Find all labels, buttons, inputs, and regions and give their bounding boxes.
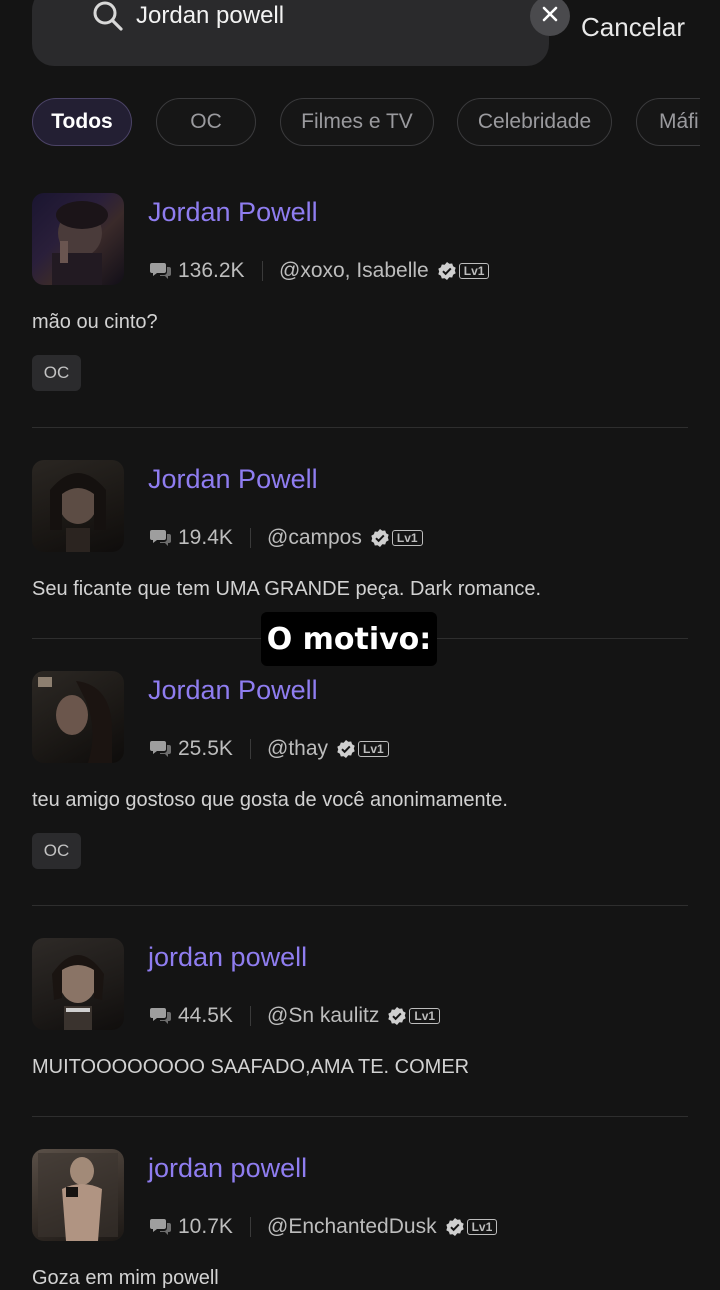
filter-chip-todos[interactable]: Todos xyxy=(32,98,132,146)
character-name[interactable]: jordan powell xyxy=(148,1153,307,1184)
tag-badge[interactable]: OC xyxy=(32,833,81,869)
result-item[interactable]: Jordan Powell 136.2K @xoxo, Isabelle Lv1… xyxy=(32,193,688,393)
author-name: @campos xyxy=(267,526,362,549)
description: Goza em mim powell xyxy=(32,1267,219,1289)
chat-icon xyxy=(150,261,172,281)
author-name: @Sn kaulitz xyxy=(267,1004,380,1027)
level-badge: Lv1 xyxy=(409,1008,441,1024)
chat-count: 44.5K xyxy=(178,1004,233,1027)
avatar xyxy=(32,671,124,763)
chat-count: 136.2K xyxy=(178,259,245,282)
avatar xyxy=(32,938,124,1030)
overlay-caption: O motivo: xyxy=(261,612,437,666)
filter-chip-mafia[interactable]: Máfi xyxy=(636,98,700,146)
filter-chips: Todos OC Filmes e TV Celebridade Máfi xyxy=(32,98,700,150)
level-badge: Lv1 xyxy=(458,263,490,279)
chat-icon xyxy=(150,1006,172,1026)
author[interactable]: @thay Lv1 xyxy=(267,737,389,761)
chat-icon xyxy=(150,528,172,548)
author[interactable]: @campos Lv1 xyxy=(267,526,423,550)
author-name: @EnchantedDusk xyxy=(267,1215,437,1238)
divider xyxy=(262,261,263,281)
chat-count: 19.4K xyxy=(178,526,233,549)
level-badge: Lv1 xyxy=(358,741,389,757)
chat-icon xyxy=(150,739,172,759)
description: MUITOOOOOOOO SAAFADO,AMA TE. COMER xyxy=(32,1056,470,1078)
avatar xyxy=(32,460,124,552)
divider xyxy=(32,1116,688,1117)
filter-chip-celebridade[interactable]: Celebridade xyxy=(457,98,612,146)
description: mão ou cinto? xyxy=(32,311,158,333)
character-name[interactable]: Jordan Powell xyxy=(148,464,318,495)
character-name[interactable]: jordan powell xyxy=(148,942,307,973)
character-name[interactable]: Jordan Powell xyxy=(148,675,318,706)
filter-chip-oc[interactable]: OC xyxy=(156,98,256,146)
search-bar xyxy=(32,0,570,66)
cancel-button[interactable]: Cancelar xyxy=(581,12,685,43)
verified-icon xyxy=(387,1006,407,1026)
character-name[interactable]: Jordan Powell xyxy=(148,197,318,228)
author[interactable]: @xoxo, Isabelle Lv1 xyxy=(279,259,490,283)
search-icon xyxy=(92,0,124,32)
divider xyxy=(32,905,688,906)
divider xyxy=(250,739,251,759)
result-item[interactable]: Jordan Powell 25.5K @thay Lv1 teu amigo … xyxy=(32,671,688,871)
result-item[interactable]: jordan powell 10.7K @EnchantedDusk Lv1 G… xyxy=(32,1149,688,1289)
result-item[interactable]: Jordan Powell 19.4K @campos Lv1 Seu fica… xyxy=(32,460,688,610)
level-badge: Lv1 xyxy=(466,1219,498,1235)
description: teu amigo gostoso que gosta de você anon… xyxy=(32,789,508,811)
verified-icon xyxy=(437,261,457,281)
chat-count: 25.5K xyxy=(178,737,233,760)
verified-icon xyxy=(336,739,356,759)
author-name: @thay xyxy=(267,737,329,760)
divider xyxy=(250,528,251,548)
verified-icon xyxy=(445,1217,465,1237)
description: Seu ficante que tem UMA GRANDE peça. Dar… xyxy=(32,578,542,600)
tag-badge[interactable]: OC xyxy=(32,355,81,391)
divider xyxy=(250,1217,251,1237)
result-item[interactable]: jordan powell 44.5K @Sn kaulitz Lv1 MUIT… xyxy=(32,938,688,1088)
search-input[interactable] xyxy=(136,0,516,34)
chat-count: 10.7K xyxy=(178,1215,233,1238)
level-badge: Lv1 xyxy=(391,530,423,546)
divider xyxy=(250,1006,251,1026)
divider xyxy=(32,427,688,428)
author-name: @xoxo, Isabelle xyxy=(279,259,429,282)
verified-icon xyxy=(370,528,390,548)
avatar xyxy=(32,193,124,285)
author[interactable]: @EnchantedDusk Lv1 xyxy=(267,1215,498,1239)
avatar xyxy=(32,1149,124,1241)
author[interactable]: @Sn kaulitz Lv1 xyxy=(267,1004,441,1028)
filter-chip-filmes-tv[interactable]: Filmes e TV xyxy=(280,98,434,146)
chat-icon xyxy=(150,1217,172,1237)
close-icon xyxy=(541,5,559,28)
clear-search-button[interactable] xyxy=(530,0,570,36)
